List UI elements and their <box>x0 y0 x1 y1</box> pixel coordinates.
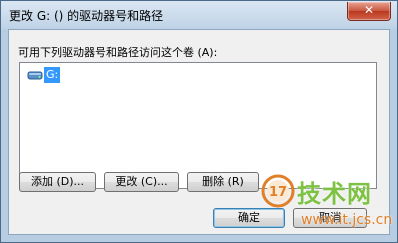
dialog-client-area: 可用下列驱动器号和路径访问这个卷 (A): G: 添加 (D)... 更改 (C… <box>8 29 390 235</box>
remove-button[interactable]: 删除 (R) <box>187 172 259 192</box>
add-button[interactable]: 添加 (D)... <box>19 172 96 192</box>
ok-button[interactable]: 确定 <box>213 208 285 228</box>
change-button[interactable]: 更改 (C)... <box>104 172 179 192</box>
list-item-label: G: <box>44 67 61 83</box>
volume-access-label: 可用下列驱动器号和路径访问这个卷 (A): <box>18 46 218 59</box>
close-button[interactable]: ✕ <box>347 2 391 21</box>
drive-path-list[interactable]: G: <box>19 62 377 189</box>
dialog-window: 更改 G: () 的驱动器号和路径 ✕ 可用下列驱动器号和路径访问这个卷 (A)… <box>0 0 398 243</box>
window-title: 更改 G: () 的驱动器号和路径 <box>9 9 164 23</box>
title-bar[interactable]: 更改 G: () 的驱动器号和路径 ✕ <box>1 1 397 29</box>
drive-icon <box>27 71 43 80</box>
list-item[interactable]: G: <box>27 67 63 83</box>
cancel-button[interactable]: 取消 <box>293 208 367 228</box>
close-icon: ✕ <box>363 3 375 17</box>
